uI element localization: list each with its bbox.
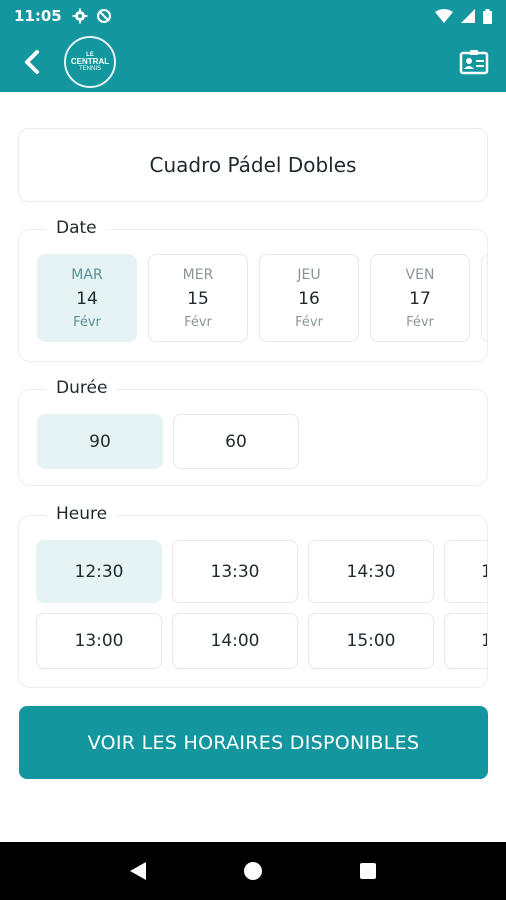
circle-home-icon	[243, 862, 262, 880]
nav-back-button[interactable]	[123, 856, 153, 886]
square-recents-icon	[360, 863, 377, 879]
time-slot[interactable]: 15:00	[308, 613, 434, 669]
app-bar: LE CENTRAL TENNIS	[0, 32, 506, 92]
day-card[interactable]: MER 15 Févr	[148, 254, 248, 342]
id-card-icon	[459, 50, 489, 75]
system-nav-bar	[0, 842, 506, 900]
duration-section: 90 60	[18, 389, 488, 486]
time-slot-partial[interactable]: 1	[444, 613, 487, 669]
chevron-left-icon	[25, 50, 39, 74]
club-logo: LE CENTRAL TENNIS	[64, 36, 116, 88]
day-card[interactable]: JEU 16 Févr	[259, 254, 359, 342]
nav-recents-button[interactable]	[353, 856, 383, 886]
duration-option-90[interactable]: 90	[37, 414, 163, 469]
duration-label: Durée	[46, 378, 118, 398]
activity-title: Cuadro Pádel Dobles	[18, 128, 488, 202]
profile-button[interactable]	[456, 44, 492, 80]
time-slot[interactable]: 14:00	[172, 613, 298, 669]
duration-option-60[interactable]: 60	[173, 414, 299, 469]
nav-home-button[interactable]	[238, 856, 268, 886]
back-button[interactable]	[14, 44, 50, 80]
settings-icon	[72, 8, 88, 24]
time-label: Heure	[46, 504, 118, 524]
dnd-icon	[96, 9, 111, 23]
date-label: Date	[46, 218, 107, 238]
time-slot[interactable]: 13:30	[172, 540, 298, 603]
status-time: 11:05	[14, 7, 62, 25]
time-slot[interactable]: 12:30	[36, 540, 162, 603]
triangle-back-icon	[129, 862, 146, 880]
wifi-icon	[435, 9, 453, 23]
time-section: 12:30 13:30 14:30 1 13:00 14:00 15:00 1	[18, 515, 488, 688]
battery-icon	[483, 8, 492, 24]
status-bar: 11:05	[0, 0, 506, 32]
time-slot-partial[interactable]: 1	[444, 540, 487, 603]
booking-content: Cuadro Pádel Dobles MAR 14 Févr MER 15 F…	[0, 92, 506, 840]
day-card[interactable]: VEN 17 Févr	[370, 254, 470, 342]
day-card[interactable]: MAR 14 Févr	[37, 254, 137, 342]
date-section: MAR 14 Févr MER 15 Févr JEU 16 Févr VEN …	[18, 229, 488, 362]
show-available-times-button[interactable]: VOIR LES HORAIRES DISPONIBLES	[19, 706, 488, 779]
signal-icon	[461, 9, 475, 23]
time-slot[interactable]: 13:00	[36, 613, 162, 669]
day-card-partial[interactable]	[481, 254, 487, 342]
time-slot[interactable]: 14:30	[308, 540, 434, 603]
